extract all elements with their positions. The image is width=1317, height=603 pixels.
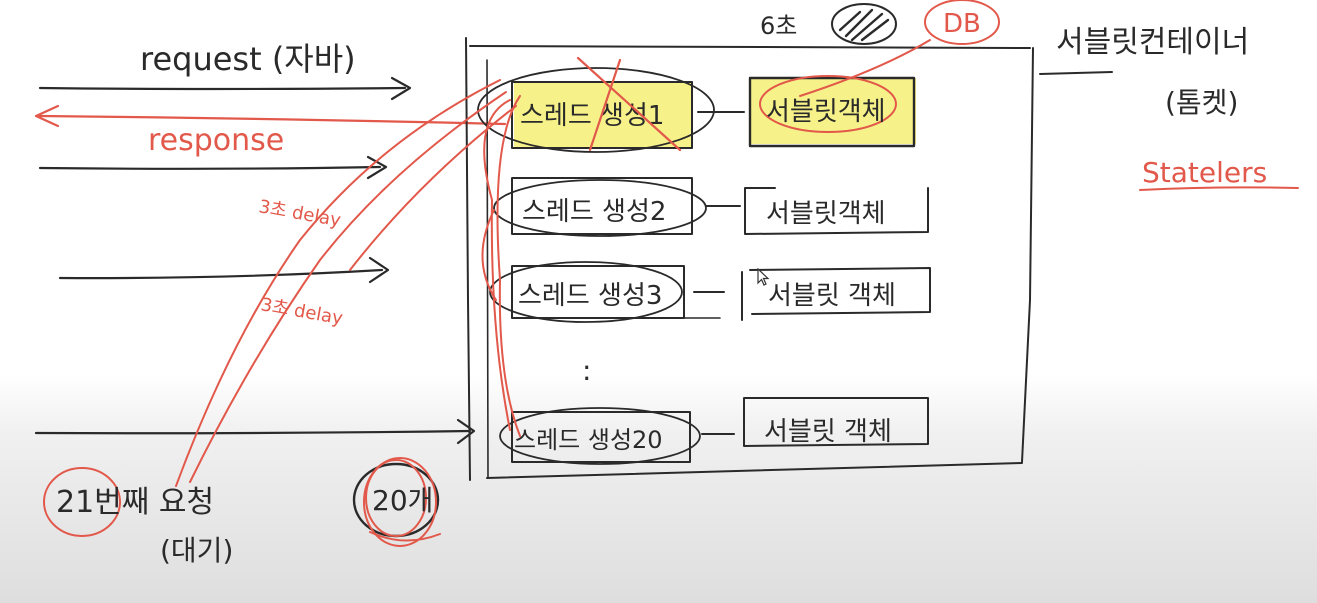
servlet-label-2: 서블릿객체 [766,199,886,229]
twentieth-request-arrow [34,418,476,445]
thread-label-3: 스레드 생성3 [518,281,662,311]
count-20-label: 20개 [372,484,433,517]
waiting-label: (대기) [160,534,233,567]
request-arrow [38,76,412,101]
vertical-ellipsis: : [582,354,591,387]
thread-label-20: 스레드 생성20 [514,426,663,454]
stateless-label: Statelers [1142,156,1267,189]
db-label: DB [943,9,981,39]
response-label: response [148,123,284,158]
container-name-label: 서블릿컨테이너 [1056,25,1249,60]
delay-label-2: 3초 delay [259,294,345,329]
scribbled-circle [831,3,897,45]
delay-label-1: 3초 delay [257,196,343,231]
thread-label-2: 스레드 생성2 [522,197,666,227]
time-label: 6초 [760,12,797,40]
whiteboard-canvas: request (자바) response 3초 delay 3초 delay … [0,0,1317,603]
singleton-label: (톰켓) [1165,86,1238,119]
servlet-label-20: 서블릿 객체 [764,417,892,447]
request-21-label: 21번째 요청 [56,485,214,520]
servlet-label-3: 서블릿 객체 [768,281,896,311]
third-request-arrow [58,256,390,284]
diagram-svg: request (자바) response 3초 delay 3초 delay … [34,0,1299,567]
second-request-arrow [38,155,388,180]
container-pointer-arrow [1039,71,1113,75]
arrow-pointer-icon [757,268,770,286]
request-label: request (자바) [140,40,356,78]
servlet-label-1: 서블릿객체 [766,97,886,127]
